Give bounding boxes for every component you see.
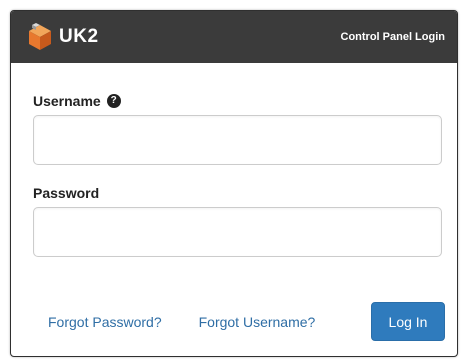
- form-body: Username ? Password: [11, 63, 457, 257]
- login-button[interactable]: Log In: [371, 302, 445, 341]
- cube-logo-icon: [27, 22, 53, 52]
- brand-name: UK2: [59, 26, 99, 47]
- header-bar: UK2 Control Panel Login: [11, 11, 457, 63]
- brand: UK2: [27, 22, 99, 52]
- form-footer: Forgot Password? Forgot Username? Log In: [11, 302, 457, 341]
- password-label: Password: [33, 185, 442, 201]
- help-icon[interactable]: ?: [106, 94, 121, 108]
- username-group: Username ?: [33, 93, 442, 165]
- header-title: Control Panel Login: [340, 31, 446, 43]
- login-panel: UK2 Control Panel Login Username ? Passw…: [10, 10, 458, 357]
- forgot-username-link[interactable]: Forgot Username?: [199, 314, 316, 330]
- password-label-text: Password: [33, 185, 100, 201]
- username-label: Username ?: [33, 93, 442, 109]
- forgot-password-link[interactable]: Forgot Password?: [48, 314, 162, 330]
- username-label-text: Username: [33, 93, 101, 109]
- password-input[interactable]: [33, 207, 442, 257]
- password-group: Password: [33, 185, 442, 257]
- username-input[interactable]: [33, 115, 442, 165]
